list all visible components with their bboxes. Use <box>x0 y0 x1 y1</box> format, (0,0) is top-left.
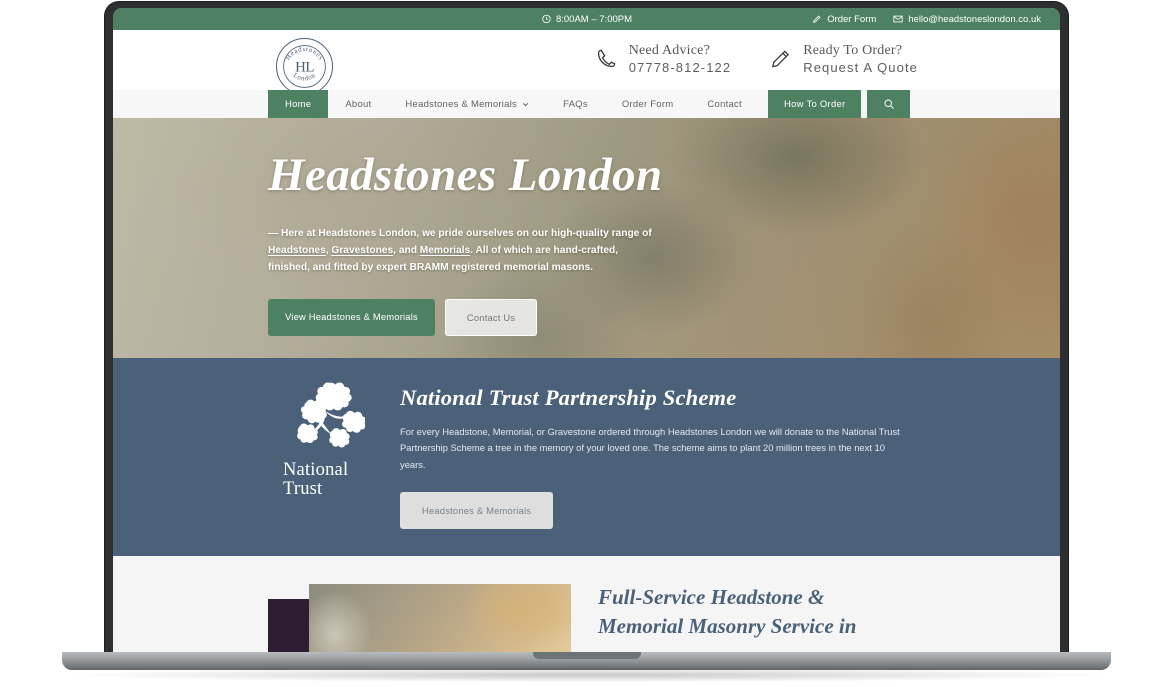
oak-leaf-sprig-icon <box>297 382 365 448</box>
laptop-base-notch <box>533 652 641 659</box>
hero-copy-mid-2: , and <box>393 245 420 257</box>
top-utility-bar: 8:00AM – 7:00PM Order Form hello@headsto… <box>113 8 1060 30</box>
hero-link-gravestones[interactable]: Gravestones <box>331 245 393 256</box>
hours-label: 8:00AM – 7:00PM <box>555 13 633 25</box>
nav-item-about[interactable]: About <box>328 90 388 118</box>
svg-text:HL: HL <box>295 59 314 75</box>
nav-label: Order Form <box>621 98 674 110</box>
pencil-icon <box>812 14 822 24</box>
laptop-mockup: 8:00AM – 7:00PM Order Form hello@headsto… <box>0 0 1173 687</box>
national-trust-headstones-button[interactable]: Headstones & Memorials <box>400 492 554 530</box>
nav-label: Contact <box>707 98 742 110</box>
nav-search-button[interactable] <box>867 90 910 118</box>
header-contact-phone[interactable]: Need Advice? 07778-812-122 <box>595 42 732 76</box>
national-trust-section: National Trust National Trust Partnershi… <box>113 358 1060 556</box>
nav-item-order-form[interactable]: Order Form <box>605 90 691 118</box>
hero-link-memorials[interactable]: Memorials <box>420 245 470 256</box>
phone-number: 07778-812-122 <box>628 59 732 75</box>
national-trust-title: National Trust Partnership Scheme <box>400 385 737 410</box>
pencil-icon <box>769 47 792 70</box>
header-contact-quote[interactable]: Ready To Order? Request A Quote <box>769 42 918 76</box>
nav-how-to-order-button[interactable]: How To Order <box>768 90 862 118</box>
nav-item-headstones-memorials[interactable]: Headstones & Memorials <box>388 90 546 118</box>
nav-label: Headstones & Memorials <box>405 98 518 110</box>
browser-viewport: 8:00AM – 7:00PM Order Form hello@headsto… <box>113 8 1060 654</box>
nav-label: Home <box>285 98 312 110</box>
hero-title: Headstones London <box>268 149 663 201</box>
email-label: hello@headstoneslondon.co.uk <box>908 13 1041 25</box>
nav-item-faqs[interactable]: FAQs <box>546 90 605 118</box>
logo-badge-icon: Headstones London HL <box>283 45 326 88</box>
quote-title: Ready To Order? <box>803 43 903 58</box>
nt-logo-line-2: Trust <box>283 478 323 499</box>
order-form-label: Order Form <box>827 13 877 25</box>
hero-link-headstones[interactable]: Headstones <box>268 245 326 256</box>
hero-section: Headstones London — Here at Headstones L… <box>113 118 1060 358</box>
nt-logo-line-1: National <box>283 460 349 480</box>
topbar-hours: 8:00AM – 7:00PM <box>541 14 632 25</box>
hero-description: — Here at Headstones London, we pride ou… <box>268 225 661 276</box>
site-header: Headstones London HL Need Advice? 07778-… <box>113 30 1060 95</box>
search-icon <box>883 98 895 110</box>
clock-icon <box>541 14 551 24</box>
phone-icon <box>595 47 618 70</box>
nav-label: FAQs <box>563 98 588 110</box>
main-navigation: Home About Headstones & Memorials FAQs O… <box>113 90 1060 118</box>
topbar-order-form-link[interactable]: Order Form <box>812 14 876 25</box>
services-photo <box>309 584 571 654</box>
national-trust-description: For every Headstone, Memorial, or Graves… <box>400 426 900 470</box>
national-trust-logo: National Trust <box>278 380 374 499</box>
header-contact-group: Need Advice? 07778-812-122 Ready To Orde… <box>595 42 918 76</box>
services-section: Full-Service Headstone & Memorial Masonr… <box>113 556 1060 654</box>
national-trust-wordmark: National Trust <box>278 461 374 499</box>
envelope-icon <box>893 14 903 24</box>
topbar-email-link[interactable]: hello@headstoneslondon.co.uk <box>893 14 1041 25</box>
hero-view-headstones-button[interactable]: View Headstones & Memorials <box>268 299 435 337</box>
services-title: Full-Service Headstone & Memorial Masonr… <box>598 585 857 638</box>
chevron-down-icon <box>522 101 529 108</box>
site-logo[interactable]: Headstones London HL <box>276 38 333 95</box>
nav-cta-label: How To Order <box>784 98 846 110</box>
hero-contact-us-button[interactable]: Contact Us <box>444 299 538 337</box>
hero-copy-prefix: — Here at Headstones London, we pride ou… <box>268 228 652 239</box>
nav-label: About <box>345 98 372 110</box>
phone-title: Need Advice? <box>628 43 711 58</box>
quote-link: Request A Quote <box>803 59 918 75</box>
nav-item-home[interactable]: Home <box>268 90 329 118</box>
nav-item-contact[interactable]: Contact <box>690 90 759 118</box>
laptop-shadow <box>70 668 1105 682</box>
